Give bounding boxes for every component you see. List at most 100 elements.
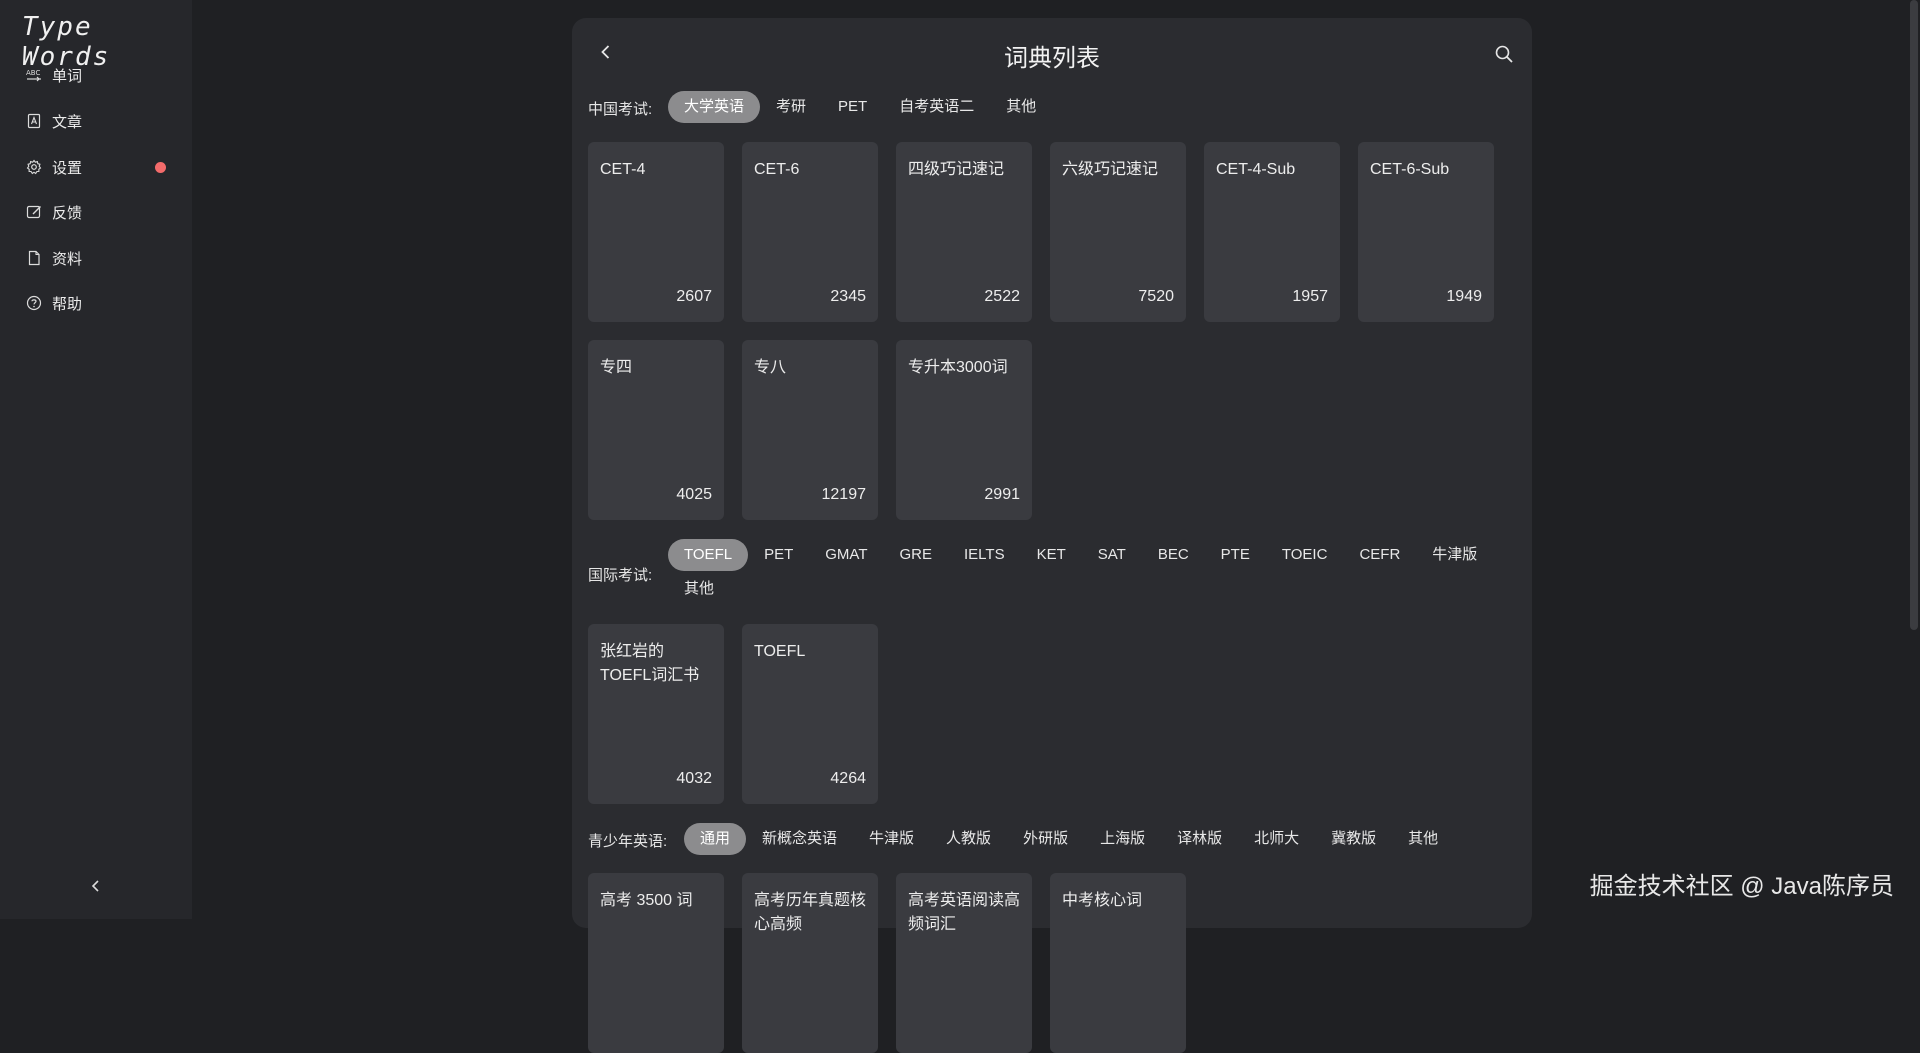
card-name: 专升本3000词 <box>908 359 1008 376</box>
dictionary-card[interactable]: 中考核心词 <box>1050 873 1186 1053</box>
dictionary-card[interactable]: 专四 4025 <box>588 340 724 520</box>
card-name: 高考历年真题核心高频 <box>754 892 867 933</box>
tabs-china-exams: 大学英语 考研 PET 自考英语二 其他 <box>668 91 1052 123</box>
dictionary-card[interactable]: CET-4 2607 <box>588 142 724 322</box>
section-label-china-exams: 中国考试: <box>588 101 653 118</box>
tab-ielts[interactable]: IELTS <box>948 539 1021 571</box>
card-count: 1949 <box>1446 288 1482 305</box>
card-name: TOEFL <box>754 643 806 660</box>
tab-other[interactable]: 其他 <box>668 573 730 605</box>
tab-bnu[interactable]: 北师大 <box>1238 823 1315 855</box>
section-label-youth-english: 青少年英语: <box>588 833 668 850</box>
card-name: 中考核心词 <box>1062 892 1143 909</box>
card-name: 张红岩的TOEFL词汇书 <box>600 643 700 684</box>
tab-hebei[interactable]: 冀教版 <box>1315 823 1392 855</box>
card-count: 4264 <box>830 770 866 787</box>
tabs-international-exams: TOEFL PET GMAT GRE IELTS KET SAT BEC PTE… <box>668 539 1528 605</box>
card-name: CET-6 <box>754 161 800 178</box>
card-count: 4025 <box>676 486 712 503</box>
card-count: 7520 <box>1138 288 1174 305</box>
card-count: 2522 <box>984 288 1020 305</box>
dictionary-card[interactable]: 张红岩的TOEFL词汇书 4032 <box>588 624 724 804</box>
dictionary-card[interactable]: 专升本3000词 2991 <box>896 340 1032 520</box>
tab-toeic[interactable]: TOEIC <box>1266 539 1344 571</box>
dictionary-card[interactable]: 六级巧记速记 7520 <box>1050 142 1186 322</box>
search-icon[interactable] <box>1494 44 1514 64</box>
dictionary-card[interactable]: 专八 12197 <box>742 340 878 520</box>
tab-other[interactable]: 其他 <box>990 91 1052 123</box>
tab-shanghai[interactable]: 上海版 <box>1084 823 1161 855</box>
sidebar-item-words[interactable]: ABC 单词 <box>26 60 176 90</box>
dictionary-grid-international: 张红岩的TOEFL词汇书 4032 TOEFL 4264 <box>588 624 1538 804</box>
tab-gmat[interactable]: GMAT <box>809 539 883 571</box>
tab-pet[interactable]: PET <box>748 539 809 571</box>
sidebar: Type Words ABC 单词 文章 设置 反馈 资料 帮助 <box>0 0 192 919</box>
card-name: CET-6-Sub <box>1370 161 1450 178</box>
dictionary-card[interactable]: CET-6 2345 <box>742 142 878 322</box>
article-icon <box>26 113 42 129</box>
abc-icon: ABC <box>26 67 42 83</box>
tab-kaoyan[interactable]: 考研 <box>760 91 822 123</box>
help-icon <box>26 295 42 311</box>
tab-sat[interactable]: SAT <box>1082 539 1142 571</box>
card-name: 六级巧记速记 <box>1062 161 1159 178</box>
tab-ket[interactable]: KET <box>1021 539 1082 571</box>
tab-college-english[interactable]: 大学英语 <box>668 91 761 123</box>
tab-yilin[interactable]: 译林版 <box>1161 823 1238 855</box>
feedback-icon <box>26 204 42 220</box>
tab-general[interactable]: 通用 <box>684 823 747 855</box>
card-count: 4032 <box>676 770 712 787</box>
sidebar-item-label: 文章 <box>52 113 83 131</box>
card-count: 2345 <box>830 288 866 305</box>
sidebar-item-articles[interactable]: 文章 <box>26 106 176 136</box>
card-count: 1957 <box>1292 288 1328 305</box>
dictionary-card[interactable]: 高考英语阅读高频词汇 <box>896 873 1032 1053</box>
tab-bec[interactable]: BEC <box>1142 539 1205 571</box>
tab-pep[interactable]: 人教版 <box>930 823 1007 855</box>
tabs-youth-english: 通用 新概念英语 牛津版 人教版 外研版 上海版 译林版 北师大 冀教版 其他 <box>684 823 1454 855</box>
card-name: 专四 <box>600 359 633 376</box>
card-count: 2991 <box>984 486 1020 503</box>
dictionary-grid-china: CET-4 2607 CET-6 2345 四级巧记速记 2522 六级巧记速记 752… <box>588 142 1538 520</box>
tab-self-study[interactable]: 自考英语二 <box>883 91 990 123</box>
dictionary-card[interactable]: 四级巧记速记 2522 <box>896 142 1032 322</box>
card-name: CET-4 <box>600 161 646 178</box>
tab-cefr[interactable]: CEFR <box>1343 539 1416 571</box>
section-label-international-exams: 国际考试: <box>588 567 653 584</box>
tab-other[interactable]: 其他 <box>1392 823 1454 855</box>
dictionary-card[interactable]: TOEFL 4264 <box>742 624 878 804</box>
tab-pet[interactable]: PET <box>822 91 883 123</box>
tab-fltrp[interactable]: 外研版 <box>1007 823 1084 855</box>
tab-pte[interactable]: PTE <box>1205 539 1266 571</box>
tab-new-concept[interactable]: 新概念英语 <box>746 823 853 855</box>
tab-oxford[interactable]: 牛津版 <box>853 823 930 855</box>
scrollbar[interactable] <box>1910 0 1918 630</box>
dictionary-card[interactable]: 高考历年真题核心高频 <box>742 873 878 1053</box>
tab-oxford[interactable]: 牛津版 <box>1416 539 1493 571</box>
card-name: 高考英语阅读高频词汇 <box>908 892 1021 933</box>
sidebar-item-label: 反馈 <box>52 204 83 222</box>
card-name: 高考 3500 词 <box>600 892 693 909</box>
tab-toefl[interactable]: TOEFL <box>668 539 749 571</box>
notification-dot <box>155 161 166 173</box>
dictionary-card[interactable]: CET-6-Sub 1949 <box>1358 142 1494 322</box>
watermark: 掘金技术社区 @ Java陈序员 <box>1589 873 1894 900</box>
sidebar-item-label: 单词 <box>52 67 83 85</box>
collapse-sidebar-icon[interactable] <box>86 876 106 896</box>
card-name: CET-4-Sub <box>1216 161 1296 178</box>
sidebar-item-resources[interactable]: 资料 <box>26 243 176 273</box>
dictionary-card[interactable]: CET-4-Sub 1957 <box>1204 142 1340 322</box>
sidebar-item-label: 资料 <box>52 250 83 268</box>
dictionary-card[interactable]: 高考 3500 词 <box>588 873 724 1053</box>
page-title: 词典列表 <box>1004 45 1100 72</box>
svg-text:ABC: ABC <box>26 69 40 77</box>
sidebar-item-feedback[interactable]: 反馈 <box>26 197 176 227</box>
file-icon <box>26 250 42 266</box>
sidebar-item-label: 帮助 <box>52 295 83 313</box>
card-count: 12197 <box>821 486 867 503</box>
tab-gre[interactable]: GRE <box>883 539 948 571</box>
card-name: 四级巧记速记 <box>908 161 1005 178</box>
sidebar-item-settings[interactable]: 设置 <box>26 152 176 182</box>
card-count: 2607 <box>676 288 712 305</box>
sidebar-item-help[interactable]: 帮助 <box>26 288 176 318</box>
